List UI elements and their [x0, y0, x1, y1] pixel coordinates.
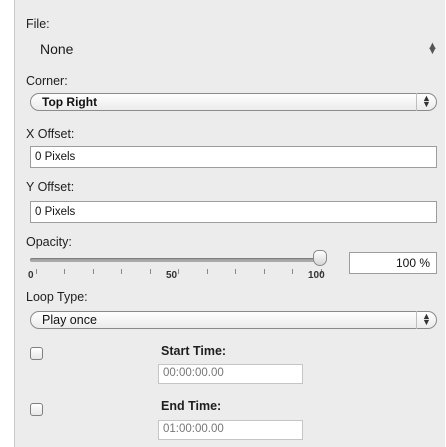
- loop-type-label: Loop Type:: [26, 290, 88, 304]
- slider-tick-label-mid: 50: [166, 270, 178, 281]
- slider-tick: [121, 269, 122, 274]
- opacity-slider-knob[interactable]: [313, 250, 327, 266]
- start-time-checkbox[interactable]: [30, 347, 43, 360]
- opacity-slider-track[interactable]: [30, 258, 320, 262]
- end-time-checkbox[interactable]: [30, 403, 43, 416]
- end-time-input[interactable]: 01:00:00.00: [158, 420, 303, 440]
- start-time-label: Start Time:: [161, 344, 227, 358]
- file-select-value[interactable]: None: [40, 41, 73, 57]
- x-offset-input[interactable]: 0 Pixels: [30, 146, 437, 168]
- popup-arrows-icon: ▲ ▼: [416, 311, 436, 329]
- file-label: File:: [26, 17, 50, 31]
- y-offset-input[interactable]: 0 Pixels: [30, 201, 437, 223]
- end-time-label: End Time:: [161, 399, 222, 413]
- slider-tick: [264, 269, 265, 274]
- slider-tick: [178, 269, 179, 274]
- start-time-input[interactable]: 00:00:00.00: [158, 364, 303, 384]
- slider-tick: [150, 269, 151, 274]
- loop-type-popup-value: Play once: [42, 313, 97, 327]
- slider-tick: [292, 269, 293, 274]
- popup-arrows-icon: ▲ ▼: [416, 93, 436, 111]
- opacity-label: Opacity:: [26, 235, 72, 249]
- y-offset-label: Y Offset:: [26, 180, 75, 194]
- slider-tick: [36, 269, 37, 274]
- slider-tick-label-max: 100: [308, 270, 325, 281]
- slider-tick: [207, 269, 208, 274]
- opacity-value-input[interactable]: 100 %: [349, 252, 437, 274]
- file-select-arrows-icon[interactable]: ▲ ▼: [427, 41, 438, 57]
- slider-tick: [93, 269, 94, 274]
- slider-tick: [64, 269, 65, 274]
- x-offset-label: X Offset:: [26, 127, 75, 141]
- slider-tick: [235, 269, 236, 274]
- corner-popup[interactable]: Top Right ▲ ▼: [30, 93, 437, 111]
- loop-type-popup[interactable]: Play once ▲ ▼: [30, 311, 437, 329]
- corner-popup-value: Top Right: [42, 95, 98, 109]
- slider-tick-label-min: 0: [28, 270, 34, 281]
- corner-label: Corner:: [26, 74, 68, 88]
